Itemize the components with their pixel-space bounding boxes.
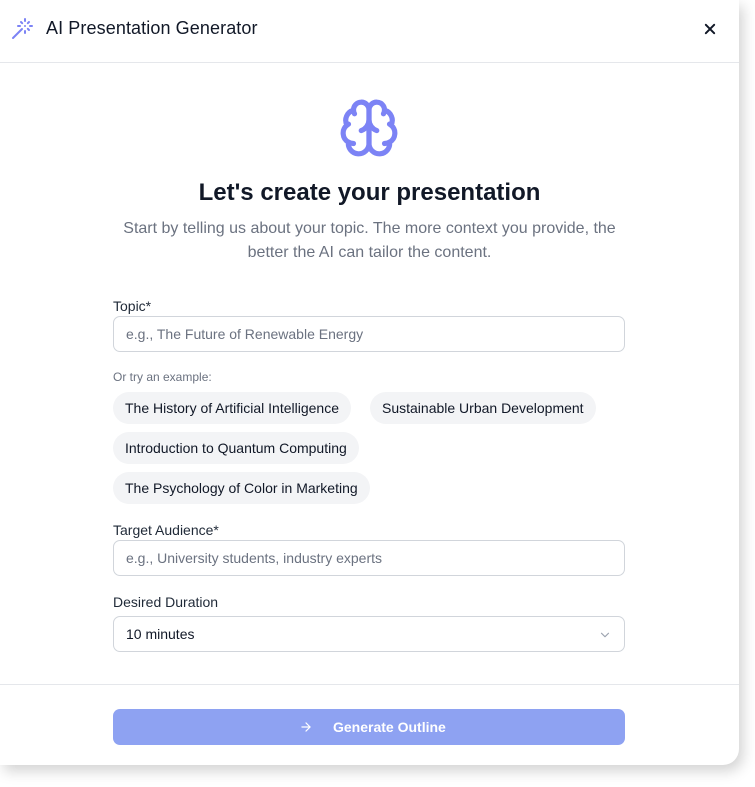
hero-subtext: Start by telling us about your topic. Th… — [123, 220, 616, 261]
brain-icon — [340, 99, 398, 157]
topic-input[interactable] — [113, 316, 625, 352]
example-chip[interactable]: The Psychology of Color in Marketing — [113, 472, 370, 504]
duration-selected-value: 10 minutes — [126, 626, 195, 642]
examples-label: Or try an example: — [113, 370, 212, 384]
presentation-generator-dialog: AI Presentation Generator Let's create y… — [0, 0, 739, 765]
footer-divider — [0, 684, 739, 685]
duration-label: Desired Duration — [113, 594, 219, 610]
chevron-down-icon — [600, 632, 610, 638]
close-icon[interactable] — [700, 19, 720, 39]
generate-outline-label: Generate Outline — [333, 719, 446, 735]
example-chip[interactable]: Sustainable Urban Development — [370, 392, 596, 424]
dialog-title: AI Presentation Generator — [46, 18, 258, 38]
duration-select[interactable]: 10 minutes — [113, 616, 625, 652]
example-chip[interactable]: Introduction to Quantum Computing — [113, 432, 359, 464]
topic-label: Topic* — [113, 298, 152, 314]
audience-input[interactable] — [113, 540, 625, 576]
arrow-right-icon — [301, 722, 311, 732]
magic-wand-icon — [12, 18, 33, 39]
dialog-header: AI Presentation Generator — [0, 0, 739, 63]
generate-outline-button[interactable]: Generate Outline — [113, 709, 625, 745]
example-chip[interactable]: The History of Artificial Intelligence — [113, 392, 351, 424]
audience-label: Target Audience* — [113, 522, 219, 538]
hero-heading: Let's create your presentation — [198, 179, 541, 206]
